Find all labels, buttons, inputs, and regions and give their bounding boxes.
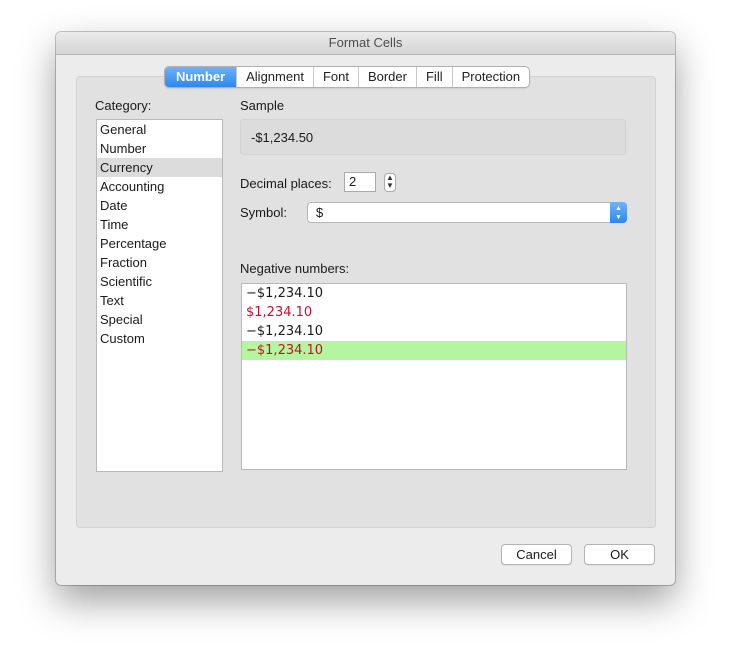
sample-label: Sample — [240, 98, 285, 113]
category-item-accounting[interactable]: Accounting — [97, 177, 222, 196]
decimal-places-stepper[interactable]: ▲ ▼ — [384, 173, 396, 192]
tab-font[interactable]: Font — [312, 67, 358, 87]
sample-value: -$1,234.50 — [240, 119, 626, 155]
category-item-scientific[interactable]: Scientific — [97, 272, 222, 291]
select-chevron-icon[interactable]: ▲ ▼ — [610, 202, 627, 223]
category-label: Category: — [95, 98, 152, 113]
category-item-fraction[interactable]: Fraction — [97, 253, 222, 272]
category-list[interactable]: General Number Currency Accounting Date … — [96, 119, 223, 472]
tab-protection[interactable]: Protection — [451, 67, 530, 87]
category-item-custom[interactable]: Custom — [97, 329, 222, 348]
tab-number[interactable]: Number — [165, 67, 237, 87]
category-item-currency[interactable]: Currency — [97, 158, 222, 177]
tab-fill[interactable]: Fill — [415, 67, 452, 87]
tab-bar: Number Alignment Font Border Fill Protec… — [164, 66, 531, 88]
category-item-date[interactable]: Date — [97, 196, 222, 215]
negative-numbers-label: Negative numbers: — [240, 261, 350, 276]
symbol-value: $ — [316, 205, 324, 220]
format-cells-dialog: Format Cells Number Alignment Font Borde… — [56, 32, 675, 585]
negative-format-item[interactable]: $1,234.10 — [242, 303, 626, 322]
ok-button[interactable]: OK — [584, 544, 655, 565]
decimal-places-label: Decimal places: — [240, 176, 332, 191]
category-item-text[interactable]: Text — [97, 291, 222, 310]
category-item-percentage[interactable]: Percentage — [97, 234, 222, 253]
negative-format-item[interactable]: −$1,234.10 — [242, 284, 626, 303]
category-item-special[interactable]: Special — [97, 310, 222, 329]
symbol-select[interactable]: $ ▲ ▼ — [307, 202, 627, 223]
negative-numbers-list[interactable]: −$1,234.10 $1,234.10 −$1,234.10 −$1,234.… — [241, 283, 627, 470]
decimal-places-input[interactable]: 2 — [344, 172, 376, 192]
window-title: Format Cells — [56, 32, 675, 55]
category-item-number[interactable]: Number — [97, 139, 222, 158]
stepper-down-icon[interactable]: ▼ — [385, 182, 395, 190]
negative-format-item[interactable]: −$1,234.10 — [242, 322, 626, 341]
negative-format-item[interactable]: −$1,234.10 — [242, 341, 626, 360]
category-item-time[interactable]: Time — [97, 215, 222, 234]
symbol-label: Symbol: — [240, 205, 287, 220]
cancel-button[interactable]: Cancel — [501, 544, 572, 565]
category-item-general[interactable]: General — [97, 120, 222, 139]
tab-border[interactable]: Border — [357, 67, 416, 87]
tab-alignment[interactable]: Alignment — [236, 67, 313, 87]
